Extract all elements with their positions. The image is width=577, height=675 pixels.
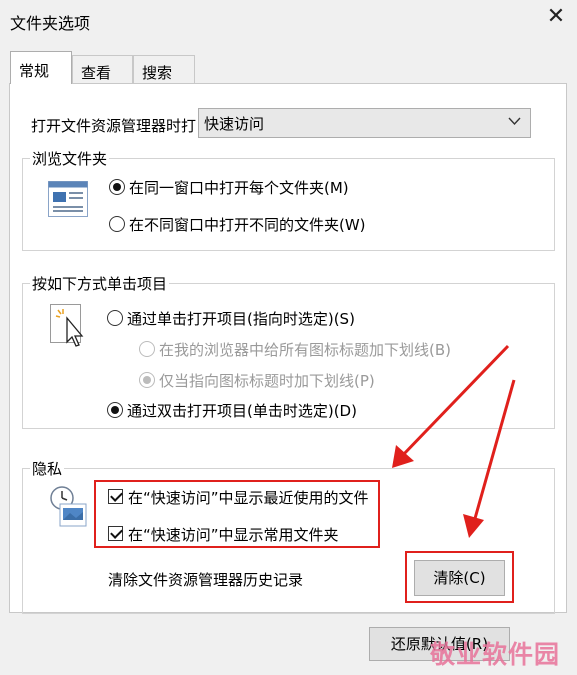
double-click-label[interactable]: 通过双击打开项目(单击时选定)(D): [127, 400, 357, 421]
tab-search[interactable]: 搜索: [133, 55, 195, 84]
annotation-box-checkboxes: [94, 480, 380, 548]
browse-folders-group: [22, 158, 555, 251]
tab-general[interactable]: 常规: [10, 51, 72, 84]
open-explorer-select[interactable]: 快速访问: [198, 108, 531, 138]
underline-point-radio[interactable]: [139, 372, 155, 388]
browse-folders-icon: [48, 181, 88, 221]
double-click-radio[interactable]: [107, 402, 123, 418]
browse-folders-title: 浏览文件夹: [30, 148, 110, 169]
new-window-radio[interactable]: [109, 216, 125, 232]
underline-point-label: 仅当指向图标标题时加下划线(P): [159, 372, 375, 390]
watermark: 敬业软件园: [430, 640, 561, 669]
window-title: 文件夹选项: [10, 14, 91, 33]
tab-panel-general: 打开文件资源管理器时打 快速访问 浏览文件夹 在同一窗口中打开每个文件夹(M) …: [9, 83, 567, 614]
underline-all-label: 在我的浏览器中给所有图标标题加下划线(B): [159, 341, 451, 359]
single-click-radio[interactable]: [107, 310, 123, 326]
open-explorer-label: 打开文件资源管理器时打: [31, 117, 197, 135]
pointer-click-icon: [50, 304, 90, 354]
same-window-radio[interactable]: [109, 179, 125, 195]
open-explorer-value: 快速访问: [204, 115, 265, 133]
same-window-label[interactable]: 在同一窗口中打开每个文件夹(M): [129, 177, 349, 198]
privacy-title: 隐私: [30, 458, 65, 479]
single-click-label[interactable]: 通过单击打开项目(指向时选定)(S): [127, 308, 355, 329]
underline-all-radio[interactable]: [139, 341, 155, 357]
chevron-down-icon: [508, 113, 521, 133]
new-window-label[interactable]: 在不同窗口中打开不同的文件夹(W): [129, 214, 366, 235]
annotation-box-clear-button: [405, 551, 514, 603]
history-clock-icon: [50, 486, 88, 534]
click-items-title: 按如下方式单击项目: [30, 273, 170, 294]
tab-view[interactable]: 查看: [72, 55, 133, 84]
close-icon[interactable]: ✕: [542, 4, 570, 30]
clear-history-label: 清除文件资源管理器历史记录: [108, 571, 304, 589]
